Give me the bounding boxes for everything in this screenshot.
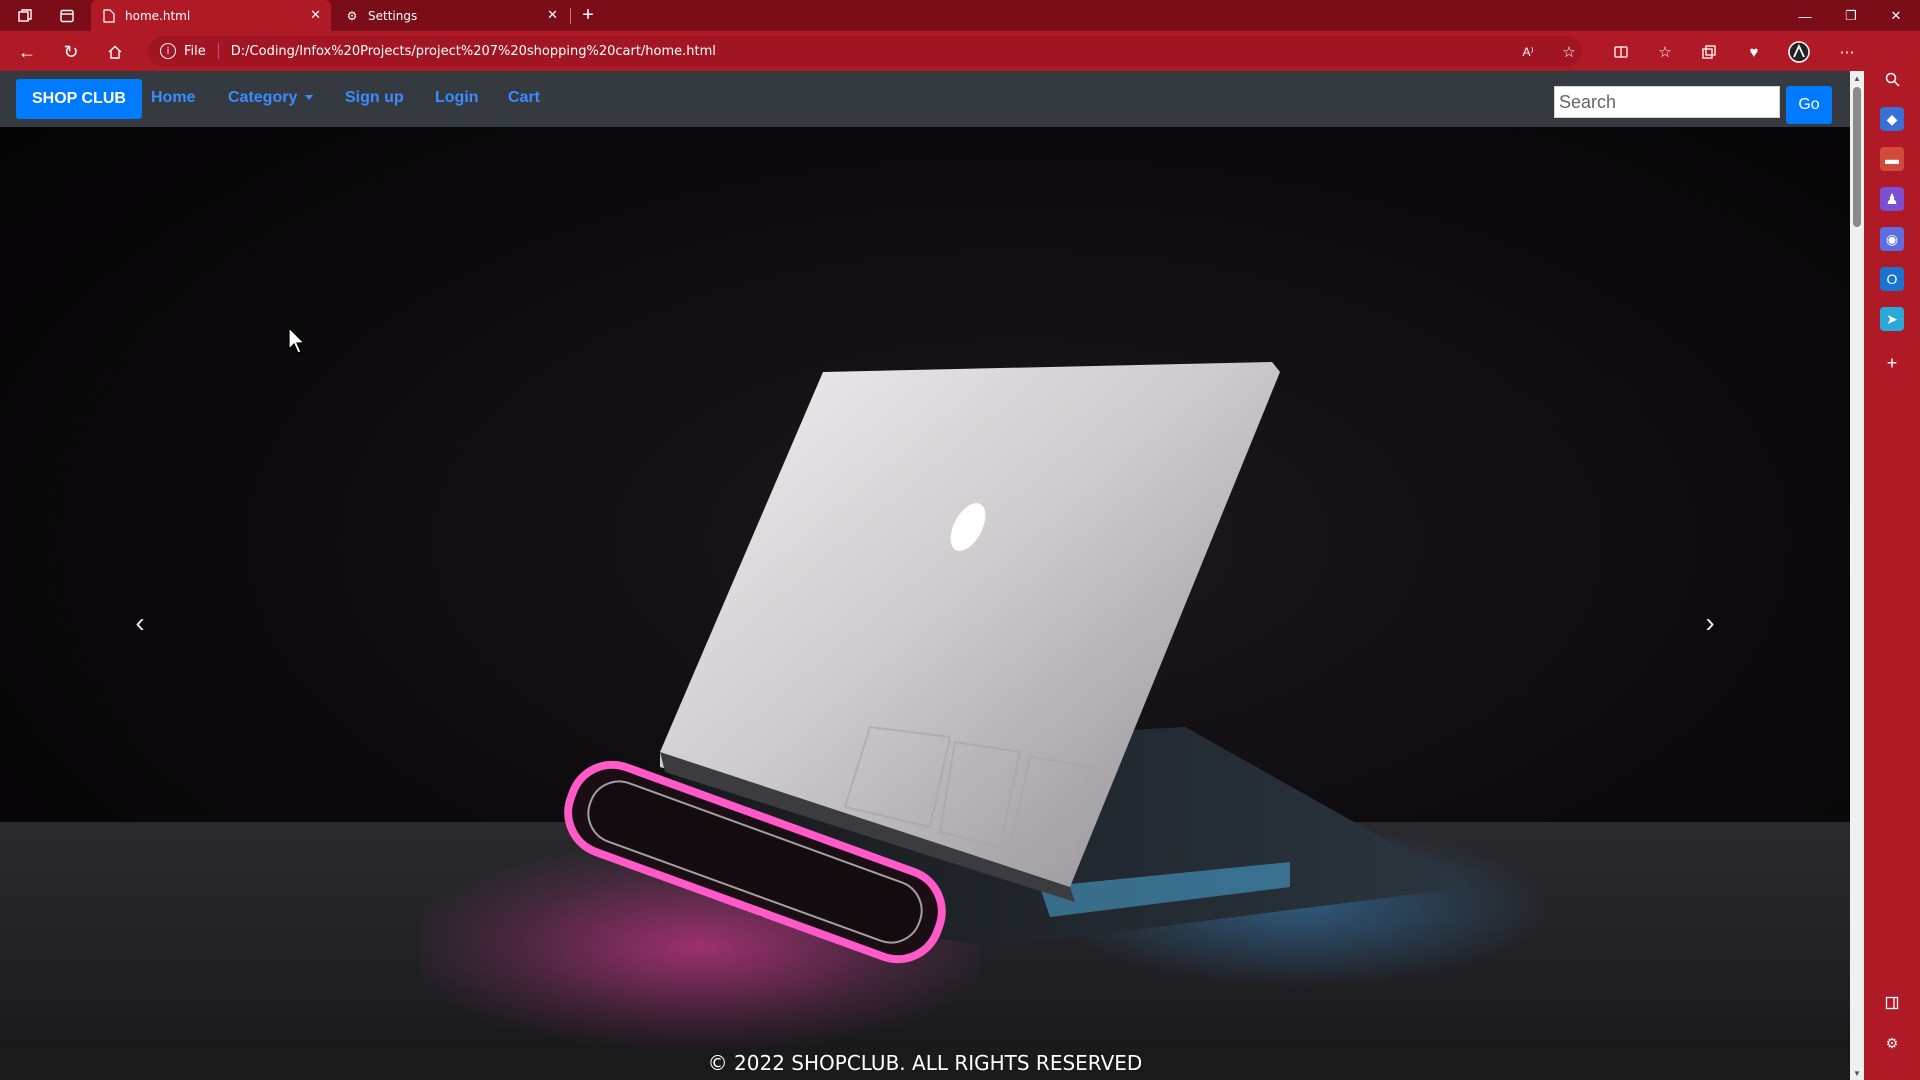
profile-avatar-icon[interactable] bbox=[1786, 39, 1812, 65]
url-text[interactable]: D:/Coding/Infox%20Projects/project%207%2… bbox=[231, 44, 716, 59]
split-screen-icon[interactable] bbox=[1608, 39, 1634, 65]
tab-title: Settings bbox=[368, 8, 418, 23]
favorite-star-icon[interactable]: ☆ bbox=[1556, 39, 1582, 65]
more-options-icon[interactable]: ⋯ bbox=[1834, 39, 1860, 65]
search-icon[interactable] bbox=[1880, 67, 1904, 91]
site-navbar: SHOP CLUB Home Category Sign up Login Ca… bbox=[0, 71, 1850, 127]
games-icon[interactable]: ♟ bbox=[1880, 187, 1904, 211]
tab-divider bbox=[570, 8, 571, 24]
search-input[interactable] bbox=[1554, 86, 1780, 118]
close-tab-icon[interactable]: ✕ bbox=[310, 8, 321, 23]
tab-home-html[interactable]: home.html ✕ bbox=[91, 0, 331, 31]
browser-toolbar: ← ↻ i File D:/Coding/Infox%20Projects/pr… bbox=[0, 31, 1920, 71]
hide-sidebar-icon[interactable] bbox=[1880, 991, 1904, 1015]
minimize-button[interactable]: — bbox=[1785, 4, 1825, 28]
file-icon bbox=[101, 8, 117, 24]
hero-carousel: ‹ › bbox=[0, 127, 1850, 1047]
gear-icon: ⚙ bbox=[346, 8, 358, 23]
nav-login-link[interactable]: Login bbox=[435, 89, 479, 107]
read-aloud-icon[interactable]: A⁾ bbox=[1515, 39, 1541, 65]
address-divider bbox=[217, 43, 219, 59]
carousel-next-icon[interactable]: › bbox=[1690, 603, 1730, 643]
browser-sidebar: ◆ ▬ ♟ ◉ O ➤ + ⚙ bbox=[1864, 31, 1920, 1080]
address-bar[interactable]: i File D:/Coding/Infox%20Projects/projec… bbox=[148, 36, 1582, 66]
add-sidebar-app-icon[interactable]: + bbox=[1880, 351, 1904, 375]
nav-signup-link[interactable]: Sign up bbox=[345, 89, 404, 107]
shopping-tag-icon[interactable]: ◆ bbox=[1880, 107, 1904, 131]
browser-essentials-icon[interactable]: ♥ bbox=[1741, 39, 1767, 65]
page-viewport: SHOP CLUB Home Category Sign up Login Ca… bbox=[0, 71, 1850, 1080]
tab-settings[interactable]: ⚙ Settings ✕ bbox=[334, 0, 568, 31]
scroll-down-icon[interactable]: ▼ bbox=[1852, 1068, 1862, 1078]
scroll-up-icon[interactable]: ▲ bbox=[1852, 73, 1862, 83]
search-go-button[interactable]: Go bbox=[1786, 86, 1832, 124]
new-tab-button[interactable]: + bbox=[576, 3, 600, 27]
browser-tab-bar: home.html ✕ ⚙ Settings ✕ + — ❐ ✕ bbox=[0, 0, 1920, 31]
info-icon[interactable]: i bbox=[160, 43, 176, 59]
caret-down-icon bbox=[305, 95, 314, 101]
site-footer: © 2022 SHOPCLUB. ALL RIGHTS RESERVED bbox=[0, 1047, 1850, 1080]
restore-button[interactable]: ❐ bbox=[1831, 4, 1871, 28]
scheme-label: File bbox=[184, 43, 206, 59]
page-scrollbar[interactable]: ▲ ▼ bbox=[1850, 71, 1864, 1080]
favorites-icon[interactable]: ☆ bbox=[1652, 39, 1678, 65]
tab-title: home.html bbox=[125, 8, 191, 23]
refresh-icon[interactable]: ↻ bbox=[58, 39, 84, 65]
outlook-icon[interactable]: O bbox=[1880, 267, 1904, 291]
mouse-cursor-icon bbox=[288, 327, 306, 354]
laptop-image bbox=[564, 362, 1470, 964]
close-window-button[interactable]: ✕ bbox=[1876, 4, 1916, 28]
collections-icon[interactable] bbox=[1696, 39, 1722, 65]
drop-icon[interactable]: ➤ bbox=[1880, 307, 1904, 331]
vertical-tabs-icon[interactable] bbox=[56, 5, 78, 27]
back-arrow-icon[interactable]: ← bbox=[14, 39, 40, 65]
scroll-thumb[interactable] bbox=[1853, 87, 1861, 227]
tools-icon[interactable]: ▬ bbox=[1880, 147, 1904, 171]
nav-category-label: Category bbox=[228, 89, 298, 106]
microsoft-365-icon[interactable]: ◉ bbox=[1880, 227, 1904, 251]
brand-logo-button[interactable]: SHOP CLUB bbox=[16, 79, 142, 119]
nav-cart-link[interactable]: Cart bbox=[508, 89, 540, 107]
workspaces-icon[interactable] bbox=[14, 5, 36, 27]
nav-category-dropdown[interactable]: Category bbox=[228, 89, 314, 107]
carousel-prev-icon[interactable]: ‹ bbox=[120, 603, 160, 643]
home-icon[interactable] bbox=[102, 39, 128, 65]
sidebar-settings-icon[interactable]: ⚙ bbox=[1880, 1031, 1904, 1055]
nav-home-link[interactable]: Home bbox=[151, 89, 195, 107]
close-tab-icon[interactable]: ✕ bbox=[547, 8, 558, 23]
